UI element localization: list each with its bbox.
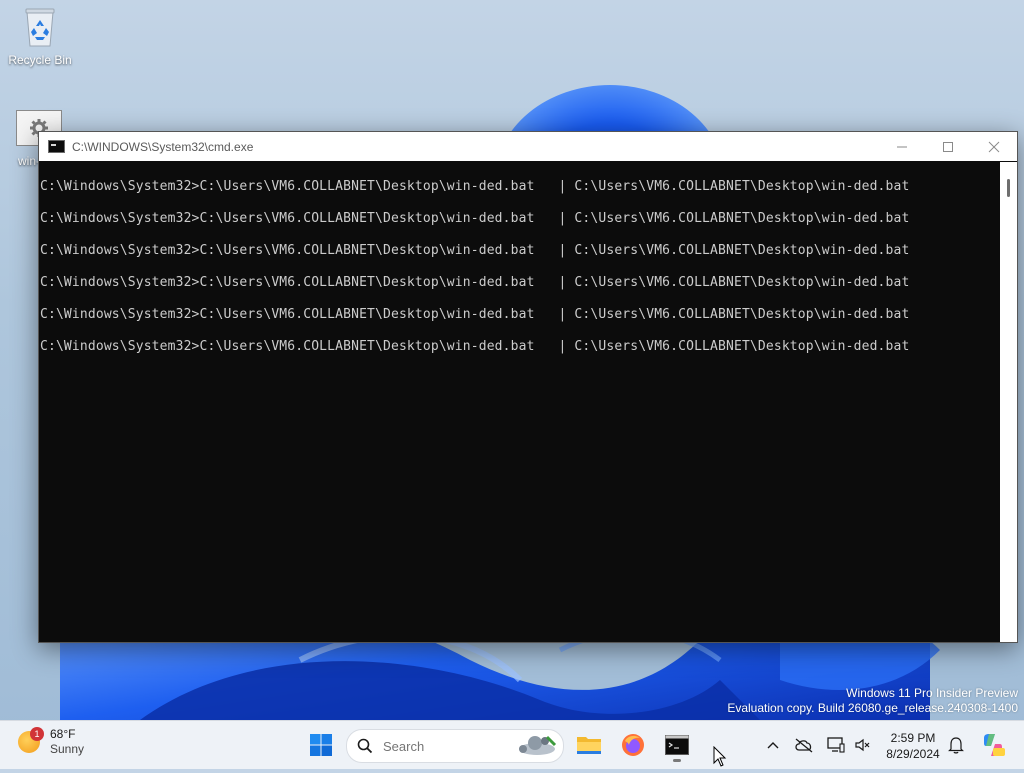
start-button[interactable] [305,729,337,761]
onedrive-button[interactable] [792,733,816,757]
maximize-button[interactable] [925,132,971,161]
taskbar-search[interactable] [346,729,564,763]
search-highlight-icon [519,735,557,755]
watermark-line-2: Evaluation copy. Build 26080.ge_release.… [727,701,1018,715]
start-icon [310,734,332,756]
desktop-icon-label: Recycle Bin [8,53,72,67]
weather-widget[interactable]: 1 68°F Sunny [18,727,84,757]
scrollbar-thumb[interactable] [1007,179,1010,197]
weather-condition: Sunny [50,742,85,756]
speaker-muted-icon [855,738,870,752]
taskbar-file-explorer[interactable] [574,729,604,761]
clock-date: 8/29/2024 [886,747,940,761]
taskbar-command-prompt[interactable] [661,729,693,761]
notification-badge: 1 [30,727,44,741]
maximize-icon [943,141,953,152]
cloud-offline-icon [795,738,813,753]
close-button[interactable] [971,132,1017,161]
show-hidden-icons-button[interactable] [761,733,785,757]
console-output[interactable]: C:\Windows\System32>C:\Users\VM6.COLLABN… [39,162,1000,642]
console-line: C:\Windows\System32>C:\Users\VM6.COLLABN… [40,179,910,194]
active-app-indicator [673,759,681,762]
console-line: C:\Windows\System32>C:\Users\VM6.COLLABN… [40,307,910,322]
network-button[interactable] [824,733,848,757]
display-network-icon [827,737,845,753]
watermark-line-1: Windows 11 Pro Insider Preview [846,686,1018,700]
system-clock[interactable]: 2:59 PM 8/29/2024 [880,730,946,762]
console-line: C:\Windows\System32>C:\Users\VM6.COLLABN… [40,243,910,258]
search-icon [357,738,373,754]
copilot-icon [984,734,1005,756]
window-title: C:\WINDOWS\System32\cmd.exe [72,139,254,154]
sunny-icon: 1 [18,727,44,753]
pointer-icon [713,745,727,767]
search-input[interactable] [381,737,495,755]
volume-button[interactable] [851,733,875,757]
taskbar: 1 68°F Sunny Search 2:59 PM 8/29/2024 [0,720,1024,769]
terminal-icon [665,735,689,755]
weather-temperature: 68°F [50,727,76,741]
clock-time: 2:59 PM [890,731,936,745]
taskbar-firefox[interactable] [618,729,648,761]
vertical-scrollbar[interactable] [1000,162,1017,642]
cmd-window[interactable]: C:\WINDOWS\System32\cmd.exe C:\Windows\S… [38,131,1018,643]
window-titlebar[interactable]: C:\WINDOWS\System32\cmd.exe [39,132,1017,161]
console-line: C:\Windows\System32>C:\Users\VM6.COLLABN… [40,275,910,290]
copilot-button[interactable] [978,730,1008,760]
minimize-button[interactable] [879,132,925,161]
close-icon [988,141,1000,152]
desktop-icon-recycle-bin[interactable]: Recycle Bin [2,6,78,67]
firefox-icon [622,734,644,756]
bell-icon [948,737,964,754]
cmd-app-icon [48,140,65,153]
evaluation-watermark: Windows 11 Pro Insider Preview Evaluatio… [727,686,1018,716]
file-explorer-icon [577,737,601,754]
mouse-cursor [713,745,727,773]
console-line: C:\Windows\System32>C:\Users\VM6.COLLABN… [40,339,910,354]
console-line: C:\Windows\System32>C:\Users\VM6.COLLABN… [40,211,910,226]
chevron-up-icon [767,742,779,749]
recycle-bin-icon [2,6,78,51]
desktop-icon-label: win- [18,154,41,168]
minimize-icon [897,146,907,147]
notifications-button[interactable] [944,733,968,757]
